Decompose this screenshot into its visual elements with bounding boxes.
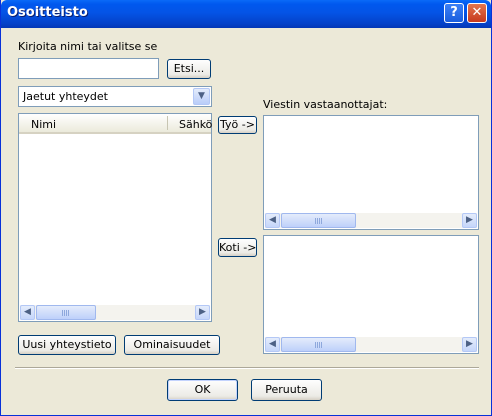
new-contact-button[interactable]: Uusi yhteystieto [18, 335, 116, 355]
scroll-left-icon[interactable]: ◀ [20, 305, 35, 320]
contacts-list[interactable]: Nimi Sähkö ◀ ▶ [18, 113, 212, 322]
title-bar: Osoitteisto ? ✕ [1, 0, 491, 28]
home-recipients-list[interactable]: ◀ ▶ [263, 235, 479, 354]
address-book-dialog: Osoitteisto ? ✕ Kirjoita nimi tai valits… [0, 0, 492, 416]
help-icon: ? [450, 5, 458, 20]
add-work-recipient-button[interactable]: Työ -> [218, 116, 257, 134]
close-icon: ✕ [471, 5, 483, 20]
column-email[interactable]: Sähkö [179, 118, 212, 131]
cancel-button[interactable]: Peruuta [251, 379, 322, 401]
column-name[interactable]: Nimi [31, 118, 56, 131]
scroll-thumb[interactable] [281, 337, 356, 352]
chevron-down-icon[interactable]: ▼ [193, 88, 210, 105]
scroll-right-icon[interactable]: ▶ [195, 305, 210, 320]
search-input[interactable] [18, 58, 159, 79]
work-recipients-list[interactable]: ◀ ▶ [263, 115, 479, 230]
column-divider [167, 116, 168, 130]
source-select-value: Jaetut yhteydet [23, 90, 108, 103]
find-button[interactable]: Etsi... [167, 59, 211, 79]
scroll-right-icon[interactable]: ▶ [462, 213, 477, 228]
scroll-right-icon[interactable]: ▶ [462, 337, 477, 352]
properties-button[interactable]: Ominaisuudet [124, 335, 220, 355]
work-hscrollbar[interactable]: ◀ ▶ [265, 213, 477, 228]
scroll-thumb[interactable] [281, 213, 356, 228]
scroll-left-icon[interactable]: ◀ [265, 213, 280, 228]
close-button[interactable]: ✕ [467, 3, 487, 23]
ok-button[interactable]: OK [167, 379, 238, 401]
scroll-thumb[interactable] [36, 305, 96, 320]
add-home-recipient-button[interactable]: Koti -> [218, 238, 257, 257]
help-button[interactable]: ? [444, 3, 464, 23]
home-hscrollbar[interactable]: ◀ ▶ [265, 337, 477, 352]
list-header: Nimi Sähkö [19, 114, 212, 134]
source-select[interactable]: Jaetut yhteydet ▼ [18, 86, 212, 107]
footer-divider [15, 367, 479, 369]
window-title: Osoitteisto [7, 5, 88, 20]
search-label: Kirjoita nimi tai valitse se [18, 40, 158, 53]
scroll-left-icon[interactable]: ◀ [265, 337, 280, 352]
contacts-hscrollbar[interactable]: ◀ ▶ [20, 305, 210, 320]
recipients-label: Viestin vastaanottajat: [263, 98, 388, 111]
